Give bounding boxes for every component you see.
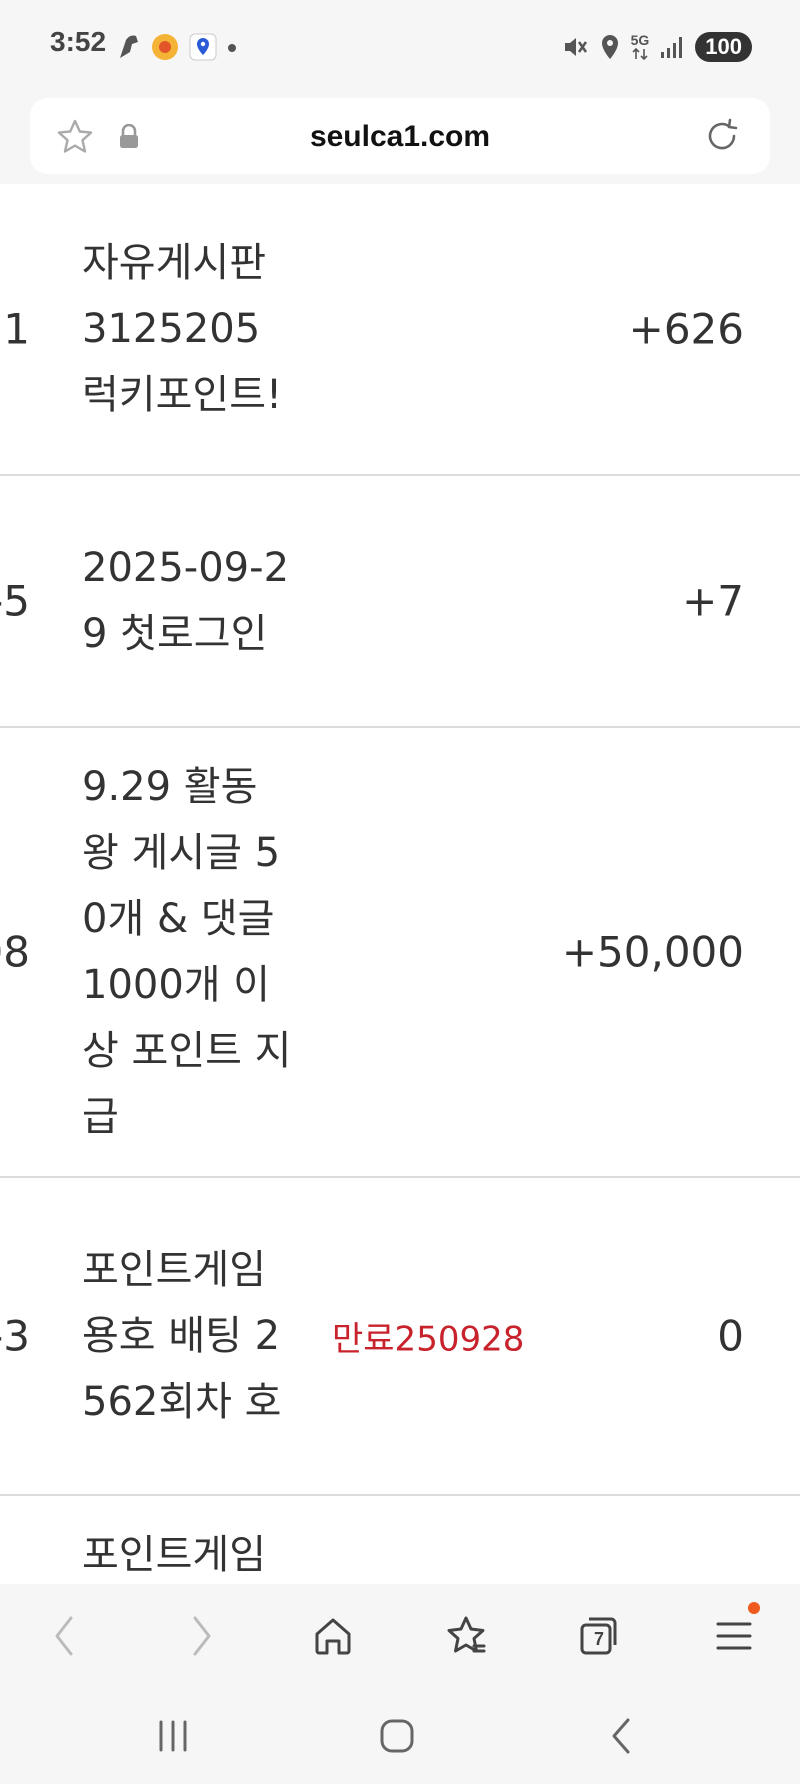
row-id-partial: -5 bbox=[0, 576, 30, 626]
status-bar: 3:52 5G 100 bbox=[0, 0, 800, 94]
row-point: +626 bbox=[628, 304, 744, 354]
row-point: +50,000 bbox=[561, 927, 744, 977]
back-button[interactable] bbox=[40, 1612, 88, 1660]
battery-indicator: 100 bbox=[695, 32, 752, 62]
bookmarks-star-icon bbox=[447, 1616, 486, 1653]
dot-icon bbox=[228, 44, 236, 52]
emoji-notification-icon bbox=[152, 34, 178, 60]
row-id-partial: 08 bbox=[0, 927, 30, 977]
home-icon bbox=[315, 1618, 351, 1655]
system-navigation-bar bbox=[0, 1688, 800, 1784]
row-id-partial: -3 bbox=[0, 1311, 30, 1361]
data-arrows-icon bbox=[632, 47, 648, 61]
maps-icon bbox=[189, 33, 217, 61]
recent-apps-icon bbox=[159, 1720, 187, 1752]
table-row: 포인트게임 bbox=[0, 1496, 800, 1584]
url-text[interactable]: seulca1.com bbox=[30, 120, 770, 154]
home-button[interactable] bbox=[309, 1612, 357, 1660]
tabs-count: 7 bbox=[593, 1629, 604, 1649]
table-row: 21 자유게시판 3125205 럭키포인트! +626 bbox=[0, 184, 800, 476]
location-icon bbox=[601, 35, 618, 59]
table-row: 08 9.29 활동왕 게시글 50개 & 댓글 1000개 이상 포인트 지급… bbox=[0, 728, 800, 1178]
row-description: 자유게시판 3125205 럭키포인트! bbox=[82, 240, 283, 418]
reload-icon[interactable] bbox=[702, 116, 742, 156]
menu-button[interactable] bbox=[710, 1612, 758, 1660]
row-expired-note: 만료250928 bbox=[332, 1319, 525, 1360]
bird-icon bbox=[120, 35, 138, 58]
browser-address-area: seulca1.com bbox=[0, 94, 800, 184]
back-nav-icon bbox=[612, 1718, 630, 1754]
address-bar[interactable]: seulca1.com bbox=[30, 98, 770, 174]
row-description: 9.29 활동왕 게시글 50개 & 댓글 1000개 이상 포인트 지급 bbox=[82, 764, 292, 1140]
notification-icons bbox=[116, 30, 238, 64]
forward-button[interactable] bbox=[178, 1612, 226, 1660]
row-description: 포인트게임 용호 배팅 2562회차 호 bbox=[82, 1247, 282, 1425]
row-description: 2025-09-29 첫로그인 bbox=[82, 545, 290, 657]
mute-icon bbox=[564, 38, 587, 56]
signal-icon bbox=[661, 37, 683, 58]
bookmarks-button[interactable] bbox=[442, 1612, 490, 1660]
row-point: +7 bbox=[682, 576, 744, 626]
menu-notification-dot bbox=[748, 1602, 760, 1614]
table-row: -3 포인트게임 용호 배팅 2562회차 호 만료250928 0 bbox=[0, 1178, 800, 1496]
browser-toolbar: 7 bbox=[0, 1584, 800, 1688]
point-history-list: 21 자유게시판 3125205 럭키포인트! +626 -5 2025-09-… bbox=[0, 184, 800, 1584]
chevron-left-icon bbox=[55, 1616, 73, 1656]
network-type: 5G bbox=[630, 32, 650, 48]
recent-apps-button[interactable] bbox=[148, 1716, 198, 1756]
tabs-button[interactable]: 7 bbox=[575, 1612, 623, 1660]
home-nav-button[interactable] bbox=[372, 1716, 422, 1756]
hamburger-menu-icon bbox=[716, 1622, 752, 1650]
home-nav-icon bbox=[380, 1719, 414, 1753]
table-row: -5 2025-09-29 첫로그인 +7 bbox=[0, 476, 800, 728]
back-nav-button[interactable] bbox=[596, 1716, 646, 1756]
row-id-partial: 21 bbox=[0, 304, 30, 354]
system-icons: 5G 100 bbox=[561, 30, 752, 64]
chevron-right-icon bbox=[193, 1616, 211, 1656]
status-time: 3:52 bbox=[50, 26, 107, 57]
row-point: 0 bbox=[717, 1311, 744, 1361]
row-description: 포인트게임 bbox=[82, 1532, 266, 1578]
battery-level: 100 bbox=[705, 34, 742, 59]
